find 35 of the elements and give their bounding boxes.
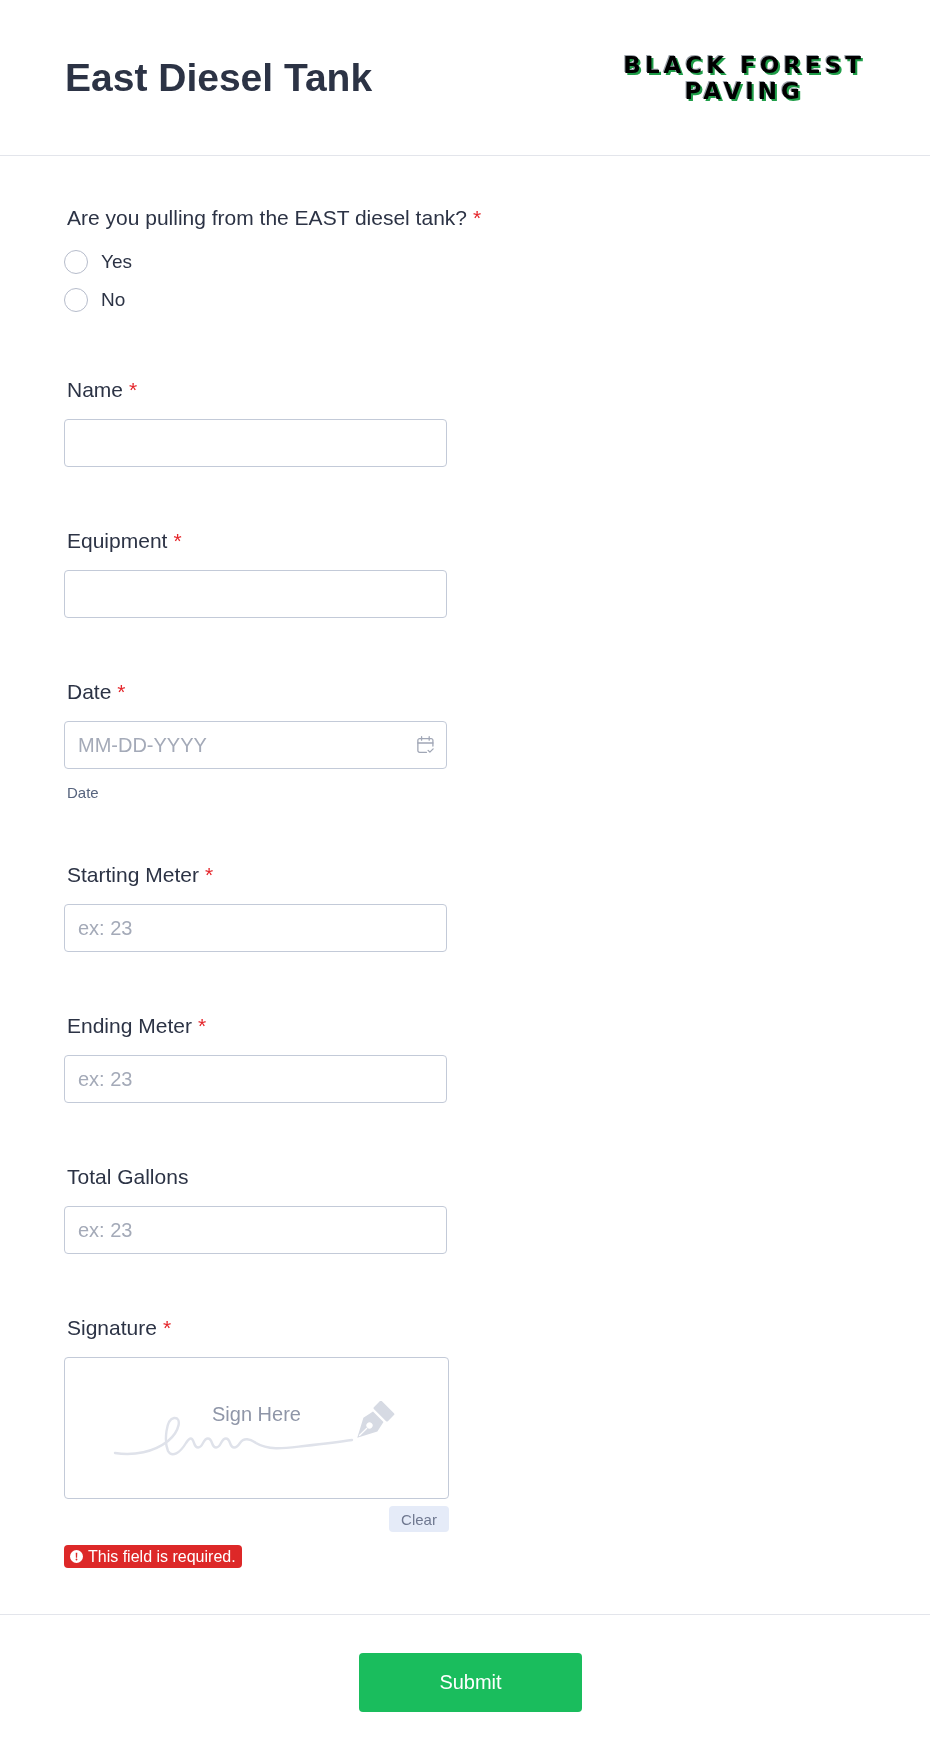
alert-icon xyxy=(70,1550,83,1563)
option-label[interactable]: Yes xyxy=(101,250,132,274)
field-label: Date xyxy=(67,680,112,704)
field-label: Name xyxy=(67,378,124,402)
required-asterisk: * xyxy=(197,1014,207,1038)
option-label[interactable]: No xyxy=(101,288,126,312)
error-text: This field is required. xyxy=(88,1546,236,1567)
required-asterisk: * xyxy=(162,1316,172,1340)
required-asterisk: * xyxy=(473,206,482,230)
radio-button[interactable] xyxy=(64,288,88,312)
required-asterisk: * xyxy=(173,529,182,553)
submit-button[interactable]: Submit xyxy=(359,1653,582,1712)
required-asterisk: * xyxy=(204,863,214,887)
form-title: East Diesel Tank xyxy=(65,54,373,101)
field-label: Equipment xyxy=(67,529,168,553)
radio-button[interactable] xyxy=(64,250,88,274)
calendar-icon[interactable] xyxy=(417,736,434,753)
text-input[interactable]: ex: 23 xyxy=(64,904,447,952)
required-asterisk: * xyxy=(129,378,138,402)
question-label: Are you pulling from the EAST diesel tank? xyxy=(67,206,467,230)
field-label: Signature xyxy=(67,1316,157,1340)
text-input[interactable]: ex: 23 xyxy=(64,1055,447,1103)
field-sublabel: Date xyxy=(67,785,99,801)
field-label: Starting Meter xyxy=(67,863,199,887)
text-input[interactable] xyxy=(64,419,447,467)
signature-pad[interactable]: Sign Here xyxy=(64,1357,449,1499)
text-input[interactable]: ex: 23 xyxy=(64,1206,447,1254)
company-logo: BLACK FOREST PAVING xyxy=(623,51,865,104)
required-asterisk: * xyxy=(117,680,126,704)
signature-prompt: Sign Here xyxy=(212,1402,301,1426)
field-label: Ending Meter xyxy=(67,1014,192,1038)
text-input[interactable] xyxy=(64,570,447,618)
date-input[interactable]: MM-DD-YYYY xyxy=(64,721,447,769)
field-label: Total Gallons xyxy=(67,1165,189,1189)
clear-button[interactable]: Clear xyxy=(389,1506,449,1532)
